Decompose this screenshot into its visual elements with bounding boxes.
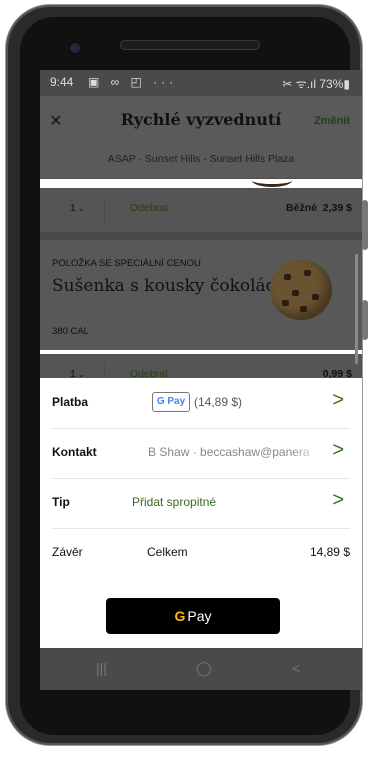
chevron-right-icon[interactable]: > <box>332 440 344 460</box>
back-button[interactable]: < <box>292 660 300 676</box>
section-separator <box>40 232 362 240</box>
recents-button[interactable]: ||| <box>96 660 107 676</box>
summary-label: Závěr <box>52 545 83 559</box>
google-pay-icon: G Pay <box>152 392 190 412</box>
tip-label: Tip <box>52 495 70 509</box>
chevron-right-icon[interactable]: > <box>332 490 344 510</box>
quantity-select[interactable]: 1 ⌄ <box>70 202 85 214</box>
power-button <box>362 300 368 340</box>
volume-button <box>362 200 368 250</box>
payment-amount: (14,89 $) <box>194 395 243 409</box>
chevron-down-icon: ⌄ <box>77 204 85 213</box>
header: × Rychlé vyzvednutí Změnit <box>40 96 362 148</box>
contact-row[interactable]: Kontakt B Shaw · beccashaw@panera > <box>52 428 350 479</box>
add-tip-link[interactable]: Přidat spropitné <box>132 495 216 509</box>
home-button[interactable]: ◯ <box>196 660 212 677</box>
divider <box>104 198 105 222</box>
remove-button[interactable]: Odebrat <box>130 202 168 214</box>
item-calories: 380 CAL <box>52 326 89 337</box>
screen: 9:44 ▣ ∞ ◰ ··· ✂ ᯤ.ıl 73%▮ × Rychlé vyzv… <box>40 70 362 690</box>
item-image-partial <box>252 174 292 187</box>
system-icons: ✂ ᯤ.ıl 73%▮ <box>282 77 350 91</box>
chevron-right-icon[interactable]: > <box>332 390 344 410</box>
notification-icons: ▣ ∞ ◰ ··· <box>88 75 178 89</box>
list-item: POLOŽKA SE SPECIÁLNÍ CENOU Sušenka s kou… <box>40 240 362 350</box>
google-g-icon: G <box>174 608 186 624</box>
google-pay-button[interactable]: G Pay <box>106 598 280 634</box>
text-fade <box>292 442 322 462</box>
cookie-image <box>270 260 332 320</box>
front-camera <box>70 43 80 53</box>
total-value: 14,89 $ <box>309 545 350 559</box>
payment-row[interactable]: Platba G Pay (14,89 $) > <box>52 378 350 429</box>
special-price-badge: POLOŽKA SE SPECIÁLNÍ CENOU <box>52 258 201 269</box>
payment-label: Platba <box>52 395 89 409</box>
total-label: Celkem <box>147 545 188 559</box>
change-button[interactable]: Změnit <box>314 115 350 127</box>
checkout-sheet: Platba G Pay (14,89 $) > Kontakt B Shaw … <box>40 378 362 648</box>
contact-label: Kontakt <box>52 445 97 459</box>
price-tag: Běžné <box>286 202 317 214</box>
tip-row[interactable]: Tip Přidat spropitné > <box>52 478 350 529</box>
status-bar: 9:44 ▣ ∞ ◰ ··· ✂ ᯤ.ıl 73%▮ <box>40 70 362 96</box>
price-value: 2,39 $ <box>322 202 352 214</box>
status-time: 9:44 <box>50 75 74 89</box>
scrollbar[interactable] <box>355 254 358 364</box>
phone-stage: 9:44 ▣ ∞ ◰ ··· ✂ ᯤ.ıl 73%▮ × Rychlé vyzv… <box>0 0 373 759</box>
system-nav-bar: ||| ◯ < <box>40 648 362 690</box>
item-price: Běžné 2,39 $ <box>286 202 352 214</box>
item-name: Sušenka s kousky čokolády <box>52 276 287 296</box>
summary-row: Závěr Celkem 14,89 $ <box>52 528 350 578</box>
pickup-info: ASAP · Sunset Hills - Sunset Hills Plaza <box>40 148 362 179</box>
item-row: 1 ⌄ Odebrat Běžné 2,39 $ <box>40 188 362 232</box>
earpiece-speaker <box>120 40 260 50</box>
